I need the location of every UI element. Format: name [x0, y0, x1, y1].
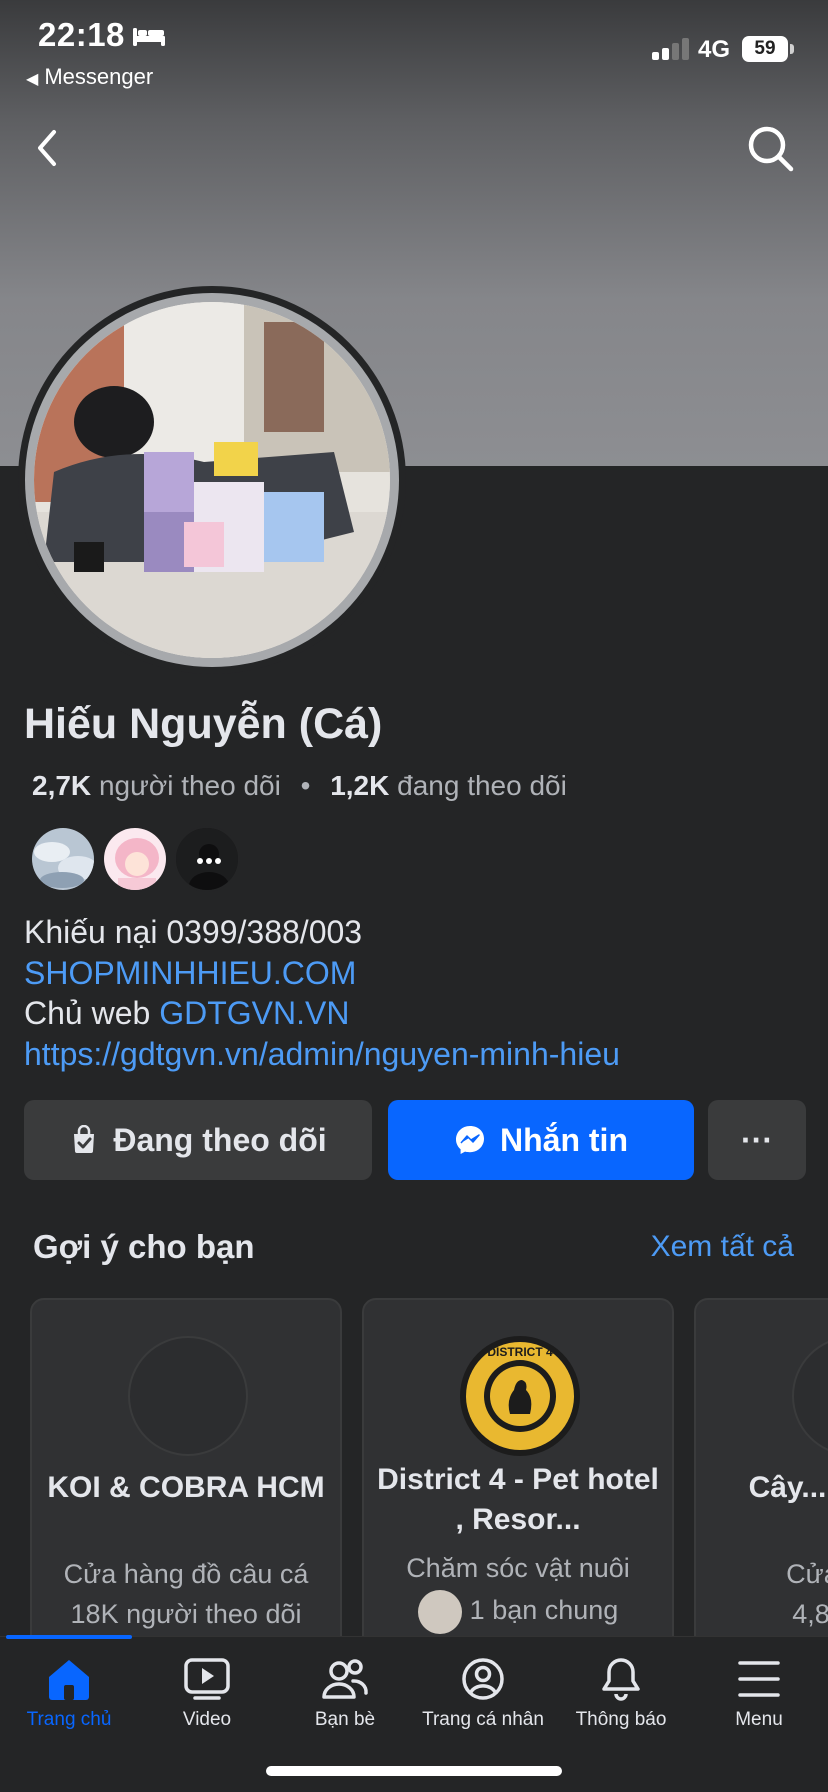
bio-text: Chủ web	[24, 995, 160, 1031]
active-tab-indicator	[6, 1635, 132, 1639]
suggestion-name[interactable]: KOI & COBRA HCM	[42, 1468, 330, 1508]
suggestion-category: Cửa hàn...	[786, 1559, 828, 1589]
back-triangle-icon: ◀	[26, 71, 39, 88]
mutual-friend-avatar	[417, 1590, 462, 1634]
tab-home[interactable]: Trang chủ	[0, 1657, 138, 1731]
suggestion-carousel[interactable]: KOI & COBRA HCM Cửa hàng đồ câu cá 18K n…	[0, 1298, 828, 1638]
following-label: đang theo dõi	[397, 770, 567, 801]
mutual-avatar	[174, 826, 240, 892]
friends-icon	[322, 1659, 368, 1699]
avatar-photo	[34, 302, 390, 658]
more-label: ···	[741, 1121, 773, 1158]
tab-label: Trang cá nhân	[422, 1709, 544, 1730]
profile-avatar[interactable]	[34, 302, 390, 658]
see-all-link[interactable]: Xem tất cả	[651, 1230, 794, 1264]
network-type: 4G	[698, 36, 731, 63]
bio-link-shop[interactable]: SHOPMINHHIEU.COM	[24, 953, 620, 994]
followers-label: người theo dõi	[98, 770, 281, 801]
tab-label: Bạn bè	[314, 1709, 376, 1730]
back-arrow-icon[interactable]	[30, 124, 66, 172]
sleep-focus-icon	[133, 28, 165, 46]
suggestion-category: Chăm sóc vật nuôi	[406, 1553, 630, 1583]
menu-icon	[738, 1661, 780, 1697]
back-to-app[interactable]: ◀ Messenger	[26, 64, 153, 90]
suggestions-title: Gợi ý cho bạn	[33, 1228, 255, 1265]
search-icon[interactable]	[746, 124, 796, 174]
following-count: 1,2K	[330, 770, 390, 801]
suggestion-card[interactable]: Cây... Nguyễ... Cửa hàn... 4,8K ng...	[694, 1298, 828, 1638]
tab-friends[interactable]: Bạn bè	[276, 1657, 414, 1731]
following-label: Đang theo dõi	[113, 1121, 327, 1158]
followers-count: 2,7K	[32, 770, 92, 801]
back-app-label: Messenger	[44, 64, 154, 89]
cellular-signal-icon	[652, 38, 690, 60]
tab-label: Video	[182, 1709, 232, 1730]
messenger-icon	[456, 1126, 484, 1154]
suggestion-name[interactable]: District 4 - Pet hotel , Resor...	[374, 1460, 662, 1540]
ellipsis-icon	[176, 828, 238, 890]
profile-bio: Khiếu nại 0399/388/003 SHOPMINHHIEU.COM …	[24, 912, 620, 1074]
message-button[interactable]: Nhắn tin	[388, 1100, 694, 1180]
battery-icon: 59	[742, 36, 788, 62]
message-label: Nhắn tin	[500, 1121, 628, 1158]
logo-text: DISTRICT 4	[487, 1345, 553, 1359]
tab-notifications[interactable]: Thông báo	[552, 1657, 690, 1731]
follow-stats[interactable]: 2,7K người theo dõi • 1,2K đang theo dõi	[32, 770, 567, 802]
tab-label: Thông báo	[575, 1709, 667, 1730]
suggestion-avatar	[792, 1336, 828, 1456]
following-button[interactable]: Đang theo dõi	[24, 1100, 372, 1180]
tab-video[interactable]: Video	[138, 1657, 276, 1731]
home-indicator[interactable]	[266, 1766, 562, 1776]
following-check-icon	[74, 1125, 95, 1153]
bell-icon	[602, 1658, 640, 1701]
suggestion-card[interactable]: DISTRICT 4 District 4 - Pet hotel , Reso…	[362, 1298, 674, 1638]
suggestion-meta: 1 bạn chung	[469, 1595, 619, 1626]
suggestion-category: Cửa hàng đồ câu cá	[63, 1559, 309, 1589]
more-options-button[interactable]: ···	[708, 1100, 806, 1180]
battery-cap	[790, 44, 794, 54]
district4-logo: DISTRICT 4	[460, 1336, 580, 1456]
stats-separator: •	[300, 770, 311, 801]
profile-name: Hiếu Nguyễn (Cá)	[24, 700, 383, 748]
mutual-avatar	[30, 826, 96, 892]
mutual-friend-row: 1 bạn chung	[370, 1590, 666, 1634]
bio-line: Khiếu nại 0399/388/003	[24, 914, 363, 950]
tab-profile[interactable]: Trang cá nhân	[414, 1657, 552, 1731]
bio-link-web[interactable]: GDTGVN.VN	[159, 995, 349, 1031]
suggestion-avatar	[128, 1336, 248, 1456]
video-icon	[184, 1658, 230, 1700]
bio-link-admin[interactable]: https://gdtgvn.vn/admin/nguyen-minh-hieu	[24, 1034, 620, 1075]
mutual-avatar	[102, 826, 168, 892]
tab-label: Menu	[735, 1709, 783, 1730]
bio-line: Chủ web GDTGVN.VN	[24, 993, 620, 1034]
suggestion-meta: 18K người theo dõi	[70, 1599, 302, 1629]
status-bar: 22:18 ◀ Messenger 4G 59	[0, 0, 828, 100]
home-icon	[49, 1660, 89, 1700]
suggestion-name[interactable]: Cây... Nguyễ...	[706, 1468, 828, 1508]
status-time: 22:18	[38, 16, 125, 53]
profile-icon	[462, 1658, 504, 1700]
suggestion-meta: 4,8K ng...	[792, 1599, 828, 1629]
tab-menu[interactable]: Menu	[690, 1657, 828, 1731]
tab-label: Trang chủ	[26, 1709, 112, 1730]
suggestion-card[interactable]: KOI & COBRA HCM Cửa hàng đồ câu cá 18K n…	[30, 1298, 342, 1638]
